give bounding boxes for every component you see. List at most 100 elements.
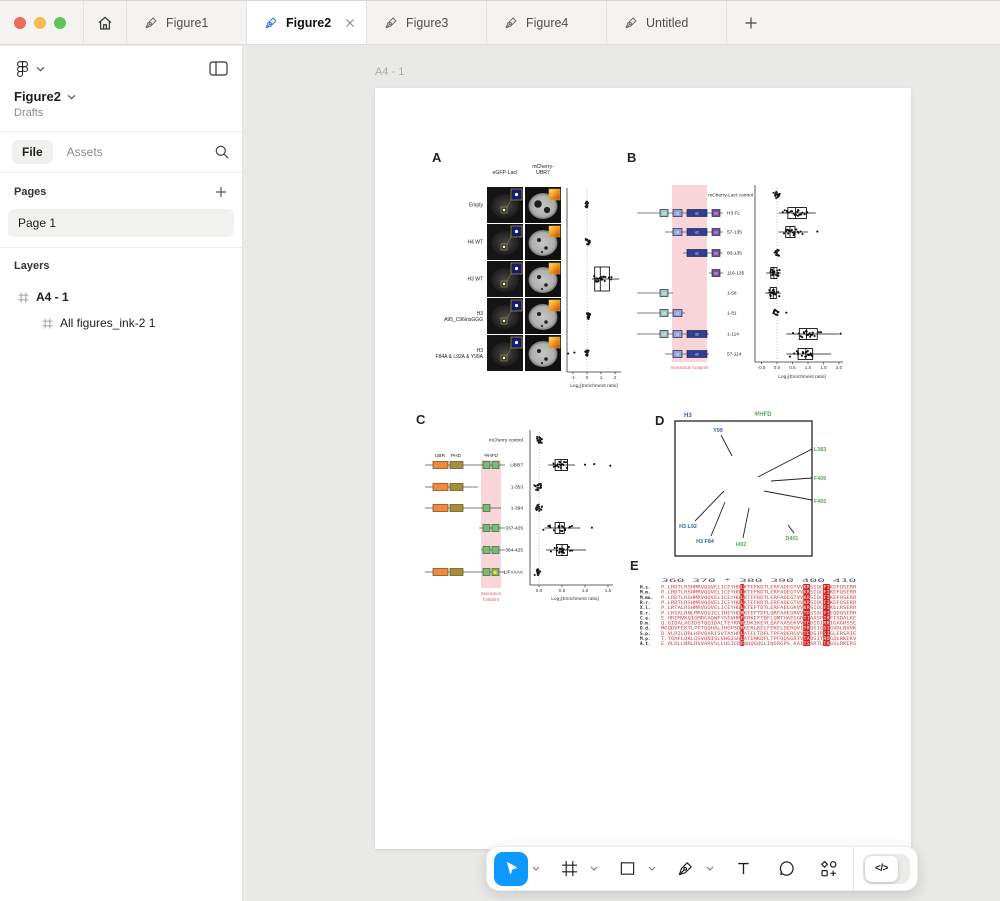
residue-label: H3 L92 — [679, 524, 697, 530]
page-row-page-1[interactable]: Page 1 — [8, 209, 234, 237]
conserved-residue: L — [741, 595, 744, 601]
canvas[interactable]: A4 - 1 AeGFP-LacI mCherry- UBR7 Empty H4 WT H… — [244, 46, 1000, 901]
panel-c-label: C — [416, 412, 426, 427]
conserved-residue: I — [827, 626, 830, 632]
tab-figure4[interactable]: Figure4 — [487, 1, 607, 44]
axis-label: Log₂[Enrichment ratio] — [551, 596, 598, 602]
comment-icon — [779, 861, 794, 876]
domain-label: α2 — [695, 211, 699, 215]
home-button[interactable] — [84, 1, 127, 44]
layer-name: All figures_ink-2 1 — [60, 316, 156, 330]
left-sidebar: Figure2 Drafts File Assets Pages Page 1 … — [0, 46, 243, 901]
layer-row-a4-1[interactable]: A4 - 1 — [0, 284, 242, 310]
file-icon — [625, 17, 637, 28]
residue-label: I402 — [736, 542, 747, 548]
row-label: 1-81 — [727, 311, 737, 317]
search-button[interactable] — [214, 144, 230, 160]
frame-tool-button[interactable] — [552, 852, 586, 886]
row-label: H3 WT — [467, 277, 483, 283]
domain-header: PHD — [451, 453, 462, 459]
residue-label: F406 — [814, 476, 826, 482]
conserved-residue: R — [807, 600, 810, 606]
species-label: A.t. — [640, 641, 651, 647]
conserved-residue: K — [827, 615, 830, 621]
tab-figure2[interactable]: Figure2 — [247, 1, 367, 44]
axis-label: Log₂[Enrichment ratio] — [778, 374, 825, 380]
layer-row-all-figures[interactable]: All figures_ink-2 1 — [0, 310, 242, 336]
close-tab-icon[interactable] — [345, 18, 355, 28]
tab-untitled[interactable]: Untitled — [607, 1, 727, 44]
footprint-label: footprint — [483, 597, 500, 602]
domain-label: α3 — [714, 230, 718, 234]
move-tool-button[interactable] — [494, 851, 528, 886]
domain-label: αN — [662, 311, 667, 315]
footprint-label: Interaction — [481, 591, 502, 596]
axis-tick-label: 2 — [614, 375, 617, 380]
conserved-residue: P — [807, 610, 810, 616]
text-tool-button[interactable] — [726, 852, 760, 886]
search-icon — [215, 145, 229, 159]
species-label: D.d. — [640, 626, 651, 632]
shape-tool-menu[interactable] — [644, 852, 659, 886]
actions-button[interactable] — [812, 852, 846, 886]
residue-label: F405 — [814, 499, 826, 505]
axis-tick-label: 1 — [600, 375, 603, 380]
panel-c: C UBR PHD ΨHFD mCherry control UBR7 1-353 1-394… — [416, 412, 613, 602]
panel-toggle-icon — [209, 61, 228, 76]
conserved-residue: M — [741, 626, 744, 632]
domain-label: α1 — [676, 211, 680, 215]
dev-mode-toggle[interactable]: </> — [863, 853, 910, 884]
maximize-window-button[interactable] — [54, 16, 66, 29]
rectangle-icon — [620, 862, 634, 875]
tab-file[interactable]: File — [12, 140, 53, 164]
row-label: mCherry control — [489, 438, 523, 444]
row-label: Empty — [469, 203, 484, 209]
domain-header: UBR — [435, 453, 446, 459]
domain-label: α3 — [714, 251, 718, 255]
sidebar-toggle-button[interactable] — [209, 61, 228, 76]
artboard[interactable]: AeGFP-LacI mCherry- UBR7 Empty H4 WT H3 WT H3 A… — [375, 88, 911, 849]
frame-title-label[interactable]: A4 - 1 — [375, 66, 404, 78]
frame-tool-menu[interactable] — [586, 852, 601, 886]
main-menu-button[interactable] — [14, 60, 45, 77]
conserved-residue: H — [741, 621, 744, 627]
axis-tick-label: 0.5 — [789, 365, 796, 370]
conserved-residue: I — [827, 600, 830, 606]
conserved-residue: I — [827, 631, 830, 637]
axis-label: Log₂[Enrichment ratio] — [570, 383, 617, 389]
pen-tool-menu[interactable] — [702, 852, 717, 886]
panel-d-h3-header: H3 — [684, 413, 692, 419]
file-icon — [145, 17, 157, 28]
conserved-residue: R — [827, 621, 830, 627]
tab-assets[interactable]: Assets — [67, 145, 103, 159]
domain-label: αN — [662, 332, 667, 336]
conserved-residue: I — [827, 585, 830, 591]
chevron-down-icon[interactable] — [67, 94, 76, 100]
species-label: M.m. — [640, 590, 651, 596]
conserved-residue: I — [807, 615, 810, 621]
add-page-button[interactable] — [214, 185, 228, 199]
file-name[interactable]: Figure2 — [14, 89, 61, 104]
row-label: A95_C96insGGG — [444, 317, 483, 323]
frame-icon — [18, 292, 29, 303]
row-label: 1-58 — [727, 291, 737, 297]
conserved-residue: M — [741, 610, 744, 616]
tab-label: Figure4 — [526, 15, 569, 30]
species-label: H.s. — [640, 585, 651, 591]
axis-tick-label: 1.0 — [582, 588, 589, 593]
tab-figure3[interactable]: Figure3 — [367, 1, 487, 44]
move-tool-menu[interactable] — [528, 852, 543, 886]
pen-tool-button[interactable] — [668, 852, 702, 886]
new-tab-button[interactable] — [727, 1, 775, 44]
row-label: UBR7 — [510, 463, 523, 469]
row-label: 337-425 — [505, 526, 523, 532]
shape-tool-button[interactable] — [610, 852, 644, 886]
domain-label: α3 — [714, 271, 718, 275]
minimize-window-button[interactable] — [34, 16, 46, 29]
conserved-residue: I — [827, 595, 830, 601]
axis-tick-label: 0.5 — [559, 588, 566, 593]
file-icon — [505, 17, 517, 28]
tab-figure1[interactable]: Figure1 — [127, 1, 247, 44]
comment-tool-button[interactable] — [769, 852, 803, 886]
close-window-button[interactable] — [14, 16, 26, 29]
